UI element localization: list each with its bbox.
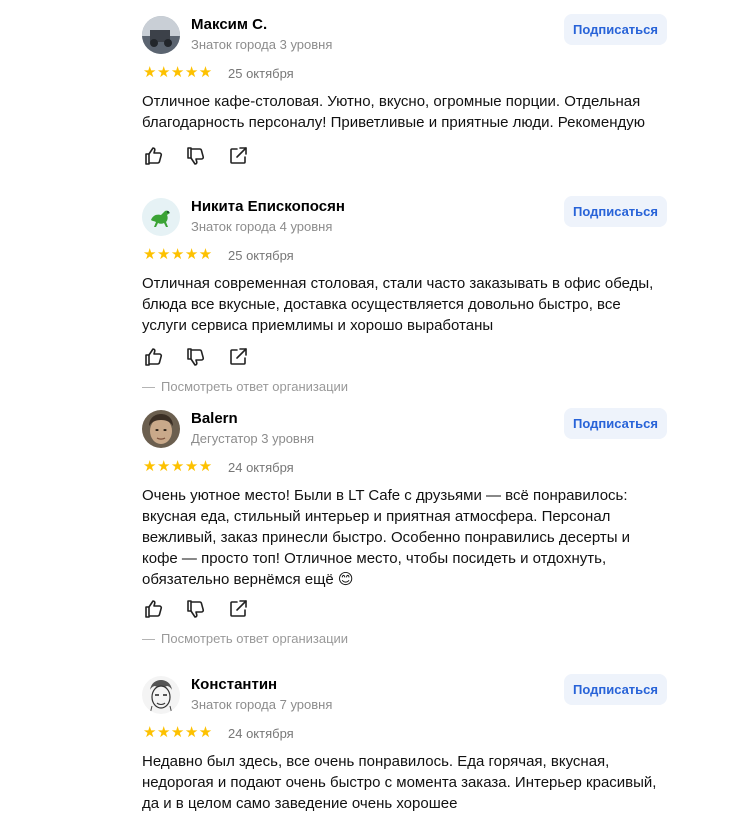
org-reply-label: Посмотреть ответ организации [161, 379, 349, 394]
review-card: Константин Знаток города 7 уровня Подпис… [142, 674, 668, 816]
share-icon[interactable] [226, 144, 250, 168]
review-text: Очень уютное место! Были в LT Cafe с дру… [142, 487, 631, 588]
rating-stars: ★★★★★ [143, 246, 213, 263]
review-card: Никита Епископосян Знаток города 4 уровн… [142, 196, 668, 398]
view-org-reply-link[interactable]: — Посмотреть ответ организации [142, 631, 348, 647]
review-actions [142, 597, 262, 621]
thumb-down-icon[interactable] [184, 144, 208, 168]
review-date: 25 октября [228, 248, 294, 263]
thumb-down-icon[interactable] [184, 597, 208, 621]
author-name[interactable]: Максим С. [191, 16, 267, 34]
thumb-up-icon[interactable] [142, 345, 166, 369]
subscribe-button[interactable]: Подписаться [564, 674, 667, 705]
review-card: Balern Дегустатор 3 уровня Подписаться ★… [142, 408, 668, 650]
author-name[interactable]: Константин [191, 676, 277, 694]
thumb-up-icon[interactable] [142, 144, 166, 168]
rating-stars: ★★★★★ [143, 458, 213, 475]
author-level: Знаток города 4 уровня [191, 219, 333, 234]
avatar[interactable] [142, 198, 180, 236]
review-text: Отличное кафе-столовая. Уютно, вкусно, о… [142, 93, 645, 131]
avatar[interactable] [142, 676, 180, 714]
review-actions [142, 345, 262, 369]
author-level: Дегустатор 3 уровня [191, 431, 315, 446]
review-card: Максим С. Знаток города 3 уровня Подписа… [142, 14, 668, 176]
org-reply-dash: — [142, 631, 155, 646]
review-text: Недавно был здесь, все очень понравилось… [142, 753, 657, 812]
review-date: 24 октября [228, 460, 294, 475]
avatar[interactable] [142, 410, 180, 448]
org-reply-dash: — [142, 379, 155, 394]
share-icon[interactable] [226, 597, 250, 621]
review-actions [142, 144, 262, 168]
thumb-up-icon[interactable] [142, 597, 166, 621]
review-date: 24 октября [228, 726, 294, 741]
share-icon[interactable] [226, 345, 250, 369]
avatar[interactable] [142, 16, 180, 54]
rating-stars: ★★★★★ [143, 64, 213, 81]
author-name[interactable]: Balern [191, 410, 238, 428]
thumb-down-icon[interactable] [184, 345, 208, 369]
author-level: Знаток города 7 уровня [191, 697, 333, 712]
view-org-reply-link[interactable]: — Посмотреть ответ организации [142, 379, 348, 395]
author-level: Знаток города 3 уровня [191, 37, 333, 52]
org-reply-label: Посмотреть ответ организации [161, 631, 349, 646]
author-name[interactable]: Никита Епископосян [191, 198, 345, 216]
rating-stars: ★★★★★ [143, 724, 213, 741]
subscribe-button[interactable]: Подписаться [564, 14, 667, 45]
review-date: 25 октября [228, 66, 294, 81]
subscribe-button[interactable]: Подписаться [564, 408, 667, 439]
review-text: Отличная современная столовая, стали час… [142, 275, 654, 334]
subscribe-button[interactable]: Подписаться [564, 196, 667, 227]
